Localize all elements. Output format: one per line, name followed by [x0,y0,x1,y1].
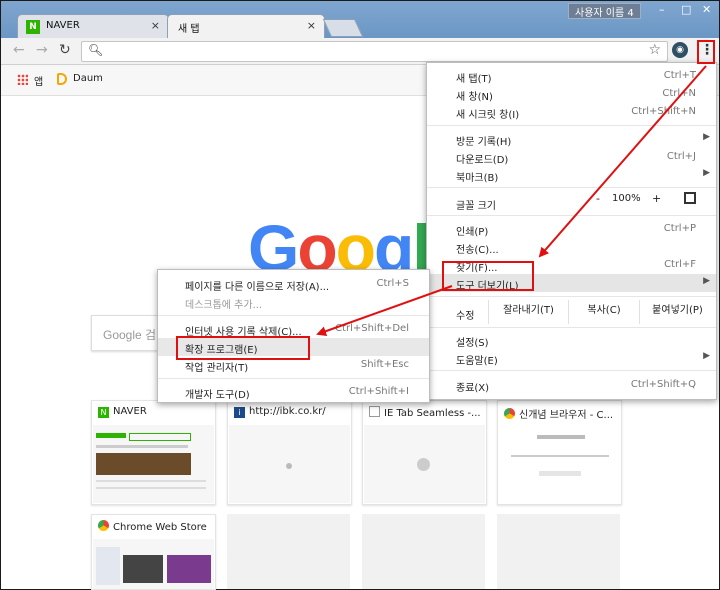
arrow-to-more-tools [538,65,707,258]
annotation-arrows [316,65,707,337]
arrow-to-extensions [316,285,453,337]
